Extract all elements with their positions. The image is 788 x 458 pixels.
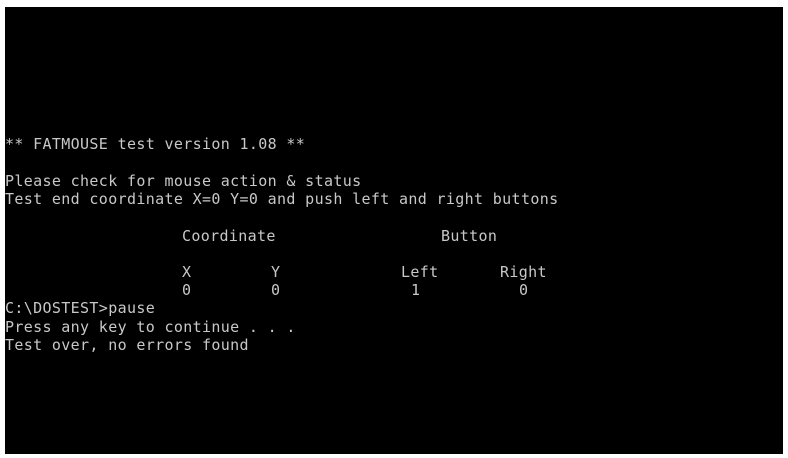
- command-prompt-line: C:\DOSTEST>pause: [5, 299, 156, 317]
- x-coordinate-value: 0: [182, 281, 192, 299]
- x-column-label: X: [182, 263, 192, 281]
- instruction-line-2: Test end coordinate X=0 Y=0 and push lef…: [5, 190, 559, 208]
- right-button-label: Right: [500, 263, 547, 281]
- left-button-label: Left: [401, 263, 439, 281]
- y-column-label: Y: [271, 263, 281, 281]
- left-button-value: 1: [411, 281, 421, 299]
- test-result-line: Test over, no errors found: [5, 336, 249, 354]
- instruction-line-1: Please check for mouse action & status: [5, 172, 362, 190]
- program-title-line: ** FATMOUSE test version 1.08 **: [5, 135, 306, 153]
- dos-console-screen[interactable]: ** FATMOUSE test version 1.08 ** Please …: [5, 7, 783, 454]
- button-header: Button: [441, 227, 498, 245]
- right-button-value: 0: [519, 281, 529, 299]
- y-coordinate-value: 0: [271, 281, 281, 299]
- press-any-key-line: Press any key to continue . . .: [5, 318, 296, 336]
- coordinate-header: Coordinate: [182, 227, 276, 245]
